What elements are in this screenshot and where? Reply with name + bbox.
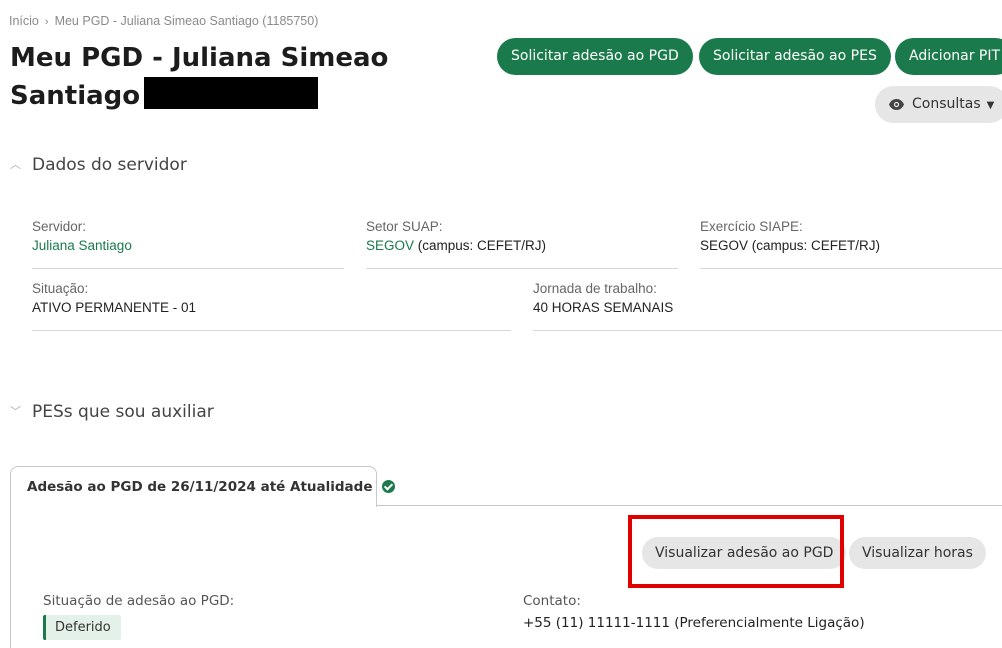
- dados-servidor-title: Dados do servidor: [32, 155, 187, 175]
- tab-adesao-pgd-label: Adesão ao PGD de 26/11/2024 até Atualida…: [27, 479, 373, 495]
- breadcrumb: Início › Meu PGD - Juliana Simeao Santiago…: [9, 14, 318, 28]
- visualizar-horas-button[interactable]: Visualizar horas: [849, 537, 986, 569]
- contato-value: +55 (11) 11111-1111 (Preferencialmente L…: [523, 615, 865, 631]
- servidor-link[interactable]: Juliana Santiago: [32, 238, 132, 253]
- setor-suap-campus: (campus: CEFET/RJ): [414, 238, 547, 253]
- divider: [700, 268, 1002, 269]
- redaction-bar: [144, 77, 319, 109]
- breadcrumb-home-link[interactable]: Início: [9, 14, 39, 28]
- divider: [32, 268, 344, 269]
- setor-suap-label: Setor SUAP:: [366, 219, 443, 234]
- situacao-value: ATIVO PERMANENTE - 01: [32, 300, 197, 315]
- divider: [32, 330, 511, 331]
- eye-icon: [889, 88, 904, 125]
- pes-auxiliar-toggle[interactable]: ﹀ PESs que sou auxiliar: [10, 402, 214, 422]
- check-circle-icon: [382, 480, 396, 493]
- pes-auxiliar-title: PESs que sou auxiliar: [32, 402, 214, 422]
- jornada-value: 40 HORAS SEMANAIS: [533, 300, 674, 315]
- field-contato: Contato: +55 (11) 11111-1111 (Preferenci…: [523, 593, 865, 631]
- situacao-adesao-label: Situação de adesão ao PGD:: [43, 593, 235, 609]
- chevron-down-icon: ▼: [986, 100, 995, 111]
- chevron-down-icon: ﹀: [10, 405, 21, 418]
- field-setor-suap: Setor SUAP: SEGOV (campus: CEFET/RJ): [366, 219, 678, 269]
- servidor-label: Servidor:: [32, 219, 87, 234]
- field-situacao-adesao: Situação de adesão ao PGD: Deferido: [43, 593, 234, 640]
- status-badge: Deferido: [43, 615, 121, 640]
- situacao-label: Situação:: [32, 281, 89, 296]
- page-title: Meu PGD - Juliana Simeao Santiago: [10, 40, 480, 115]
- divider: [533, 330, 1002, 331]
- visualizar-adesao-pgd-button[interactable]: Visualizar adesão ao PGD: [642, 537, 847, 569]
- breadcrumb-current: Meu PGD - Juliana Simeao Santiago (11857…: [54, 14, 319, 28]
- divider: [366, 268, 678, 269]
- field-exercicio-siape: Exercício SIAPE: SEGOV (campus: CEFET/RJ…: [700, 219, 1002, 269]
- jornada-label: Jornada de trabalho:: [533, 281, 657, 296]
- field-situacao: Situação: ATIVO PERMANENTE - 01: [32, 281, 511, 331]
- exercicio-siape-value: SEGOV (campus: CEFET/RJ): [700, 238, 881, 253]
- solicitar-adesao-pgd-button[interactable]: Solicitar adesão ao PGD: [497, 38, 693, 75]
- contato-label: Contato:: [523, 593, 581, 609]
- setor-suap-link[interactable]: SEGOV: [366, 238, 414, 253]
- breadcrumb-separator-icon: ›: [44, 16, 49, 28]
- chevron-up-icon: ︿: [10, 158, 21, 171]
- consultas-label: Consultas: [912, 96, 981, 112]
- dados-servidor-toggle[interactable]: ︿ Dados do servidor: [10, 155, 187, 175]
- adicionar-pit-button[interactable]: Adicionar PIT: [895, 38, 1002, 75]
- exercicio-siape-label: Exercício SIAPE:: [700, 219, 803, 234]
- field-jornada: Jornada de trabalho: 40 HORAS SEMANAIS: [533, 281, 1002, 331]
- field-servidor: Servidor: Juliana Santiago: [32, 219, 344, 269]
- tab-adesao-pgd[interactable]: Adesão ao PGD de 26/11/2024 até Atualida…: [10, 466, 396, 507]
- solicitar-adesao-pes-button[interactable]: Solicitar adesão ao PES: [699, 38, 891, 75]
- consultas-dropdown-button[interactable]: Consultas ▼: [875, 86, 1002, 123]
